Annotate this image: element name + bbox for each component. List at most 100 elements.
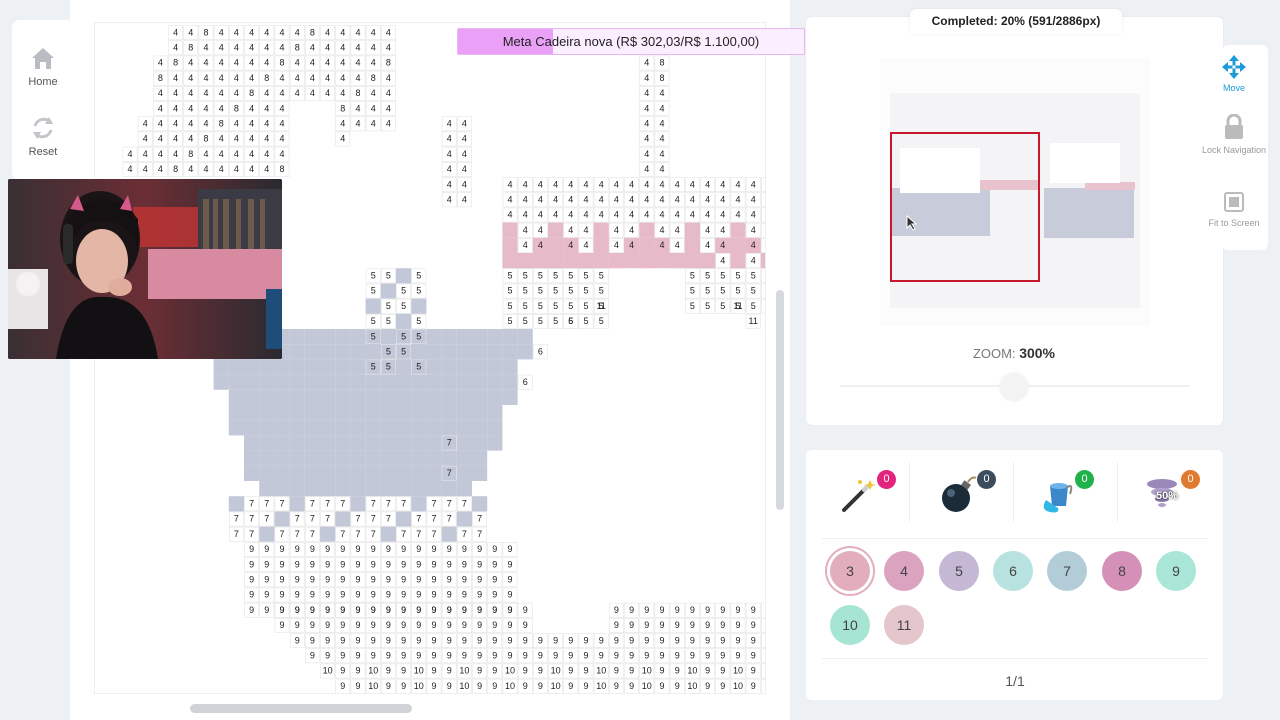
pixel-cell[interactable] (350, 359, 366, 375)
pixel-cell[interactable] (441, 420, 457, 436)
pixel-cell[interactable] (274, 374, 290, 390)
pixel-cell[interactable] (426, 420, 442, 436)
pixel-cell[interactable] (639, 222, 655, 238)
move-tool[interactable]: Move (1200, 54, 1268, 93)
pixel-cell[interactable] (350, 465, 366, 481)
pixel-cell[interactable] (472, 359, 488, 375)
pixel-cell[interactable] (456, 329, 472, 345)
pixel-cell[interactable] (289, 481, 305, 497)
pixel-cell[interactable] (380, 405, 396, 421)
pixel-cell[interactable] (259, 435, 275, 451)
pixel-cell[interactable] (304, 465, 320, 481)
pixel-cell[interactable] (304, 405, 320, 421)
pixel-cell[interactable] (289, 329, 305, 345)
zoom-slider-handle[interactable] (1000, 373, 1028, 401)
pixel-cell[interactable] (396, 465, 412, 481)
pixel-cell[interactable] (304, 329, 320, 345)
home-button[interactable]: Home (12, 44, 74, 88)
pixel-cell[interactable] (441, 405, 457, 421)
pixel-cell[interactable] (700, 253, 716, 269)
palette-color-7[interactable]: 7 (1047, 551, 1087, 591)
pixel-cell[interactable] (411, 450, 427, 466)
pixel-cell[interactable] (684, 237, 700, 253)
pixel-cell[interactable] (380, 526, 396, 542)
pixel-cell[interactable] (320, 465, 336, 481)
pixel-cell[interactable] (259, 389, 275, 405)
pixel-cell[interactable] (472, 389, 488, 405)
pixel-cell[interactable] (684, 253, 700, 269)
pixel-cell[interactable] (654, 253, 670, 269)
pixel-cell[interactable] (760, 283, 766, 299)
pixel-cell[interactable] (548, 222, 564, 238)
pixel-cell[interactable] (228, 496, 244, 512)
pixel-cell[interactable] (502, 389, 518, 405)
tornado-booster[interactable]: 0 50% (1142, 470, 1202, 520)
pixel-cell[interactable] (472, 465, 488, 481)
pixel-cell[interactable] (472, 435, 488, 451)
pixel-cell[interactable] (365, 405, 381, 421)
pixel-cell[interactable] (320, 405, 336, 421)
pixel-cell[interactable] (304, 420, 320, 436)
pixel-cell[interactable] (259, 374, 275, 390)
paint-bucket-booster[interactable]: 0 (1036, 470, 1096, 520)
pixel-cell[interactable] (502, 253, 518, 269)
pixel-cell[interactable] (380, 283, 396, 299)
pixel-cell[interactable] (259, 465, 275, 481)
pixel-cell[interactable] (244, 389, 260, 405)
pixel-cell[interactable] (274, 435, 290, 451)
pixel-cell[interactable] (289, 344, 305, 360)
pixel-cell[interactable] (350, 344, 366, 360)
pixel-cell[interactable] (320, 481, 336, 497)
pixel-cell[interactable] (502, 222, 518, 238)
pixel-cell[interactable] (350, 329, 366, 345)
pixel-cell[interactable] (380, 465, 396, 481)
pixel-cell[interactable] (304, 344, 320, 360)
pixel-cell[interactable] (259, 481, 275, 497)
pixel-cell[interactable] (365, 344, 381, 360)
pixel-cell[interactable] (244, 465, 260, 481)
pixel-cell[interactable] (426, 344, 442, 360)
pixel-cell[interactable] (441, 329, 457, 345)
pixel-cell[interactable] (441, 526, 457, 542)
pixel-cell[interactable] (426, 450, 442, 466)
pixel-cell[interactable] (411, 389, 427, 405)
pixel-cell[interactable] (350, 450, 366, 466)
pixel-cell[interactable] (259, 526, 275, 542)
pixel-cell[interactable] (456, 405, 472, 421)
pixel-cell[interactable] (396, 511, 412, 527)
pixel-cell[interactable] (380, 420, 396, 436)
pixel-cell[interactable] (289, 435, 305, 451)
pixel-cell[interactable] (548, 253, 564, 269)
pixel-cell[interactable] (213, 374, 229, 390)
pixel-cell[interactable] (380, 389, 396, 405)
pixel-cell[interactable] (502, 344, 518, 360)
pixel-cell[interactable] (335, 420, 351, 436)
pixel-cell[interactable] (365, 450, 381, 466)
minimap-viewport[interactable] (890, 132, 1040, 282)
pixel-cell[interactable] (456, 435, 472, 451)
pixel-cell[interactable] (365, 465, 381, 481)
pixel-cell[interactable] (320, 435, 336, 451)
pixel-cell[interactable] (548, 237, 564, 253)
pixel-cell[interactable] (760, 192, 766, 208)
pixel-cell[interactable] (760, 678, 766, 693)
pixel-cell[interactable] (396, 481, 412, 497)
pixel-cell[interactable] (380, 481, 396, 497)
pixel-cell[interactable] (259, 405, 275, 421)
pixel-cell[interactable] (487, 435, 503, 451)
pixel-cell[interactable] (274, 481, 290, 497)
pixel-cell[interactable] (441, 481, 457, 497)
pixel-cell[interactable] (289, 420, 305, 436)
pixel-cell[interactable] (396, 405, 412, 421)
pixel-cell[interactable] (502, 237, 518, 253)
pixel-cell[interactable] (517, 329, 533, 345)
pixel-cell[interactable] (487, 420, 503, 436)
lock-navigation-tool[interactable]: Lock Navigation (1200, 114, 1268, 155)
pixel-cell[interactable] (411, 298, 427, 314)
pixel-cell[interactable] (472, 344, 488, 360)
pixel-cell[interactable] (396, 313, 412, 329)
pixel-cell[interactable] (472, 374, 488, 390)
pixel-cell[interactable] (472, 420, 488, 436)
pixel-cell[interactable] (380, 374, 396, 390)
pixel-cell[interactable] (426, 435, 442, 451)
